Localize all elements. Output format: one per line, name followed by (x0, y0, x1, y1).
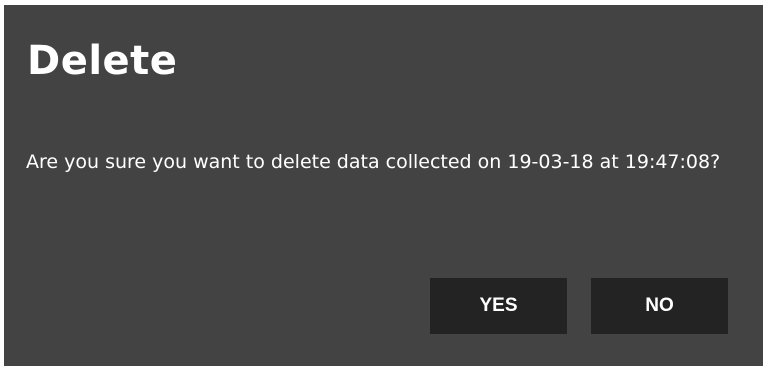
dialog-title: Delete (27, 38, 178, 84)
dialog-message: Are you sure you want to delete data col… (26, 151, 721, 173)
delete-dialog: Delete Are you sure you want to delete d… (4, 5, 763, 366)
no-button[interactable]: NO (591, 278, 728, 334)
yes-button[interactable]: YES (430, 278, 567, 334)
